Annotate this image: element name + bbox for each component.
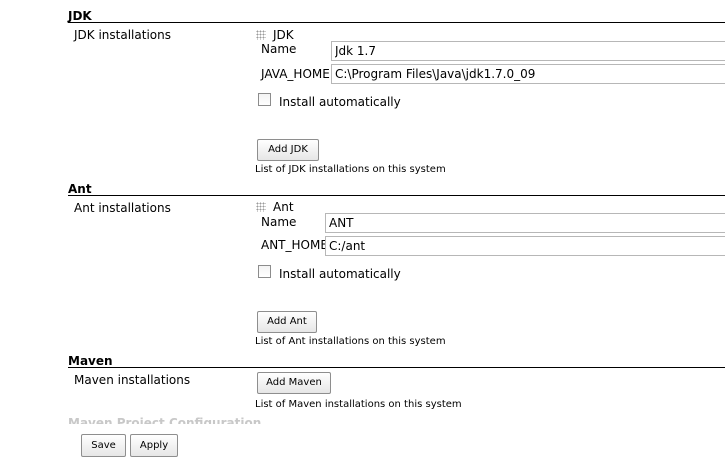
jdk-section-title: JDK	[68, 9, 92, 23]
ant-section-divider	[68, 195, 725, 196]
jdk-install-automatically-label: Install automatically	[279, 95, 401, 109]
ant-description: List of Ant installations on this system	[255, 336, 446, 347]
maven-installations-label: Maven installations	[74, 373, 191, 387]
ant-home-input[interactable]	[325, 236, 725, 256]
maven-description: List of Maven installations on this syst…	[255, 399, 462, 410]
save-button[interactable]: Save	[81, 434, 126, 457]
drag-handle-icon[interactable]	[256, 30, 266, 40]
maven-section-divider	[68, 367, 725, 368]
ant-name-label: Name	[261, 215, 297, 229]
jdk-install-automatically-checkbox[interactable]	[258, 93, 271, 106]
ant-installations-label: Ant installations	[74, 201, 171, 215]
add-ant-button[interactable]: Add Ant	[257, 311, 317, 333]
ant-home-label: ANT_HOME	[261, 238, 328, 252]
ant-install-automatically-label: Install automatically	[279, 267, 401, 281]
jdk-section-divider	[68, 22, 725, 23]
ant-install-automatically-checkbox[interactable]	[258, 265, 271, 278]
jdk-installations-label: JDK installations	[74, 28, 171, 42]
jdk-item-title: JDK	[273, 28, 294, 42]
drag-handle-icon[interactable]	[256, 202, 266, 212]
jdk-name-input[interactable]	[331, 41, 725, 61]
java-home-input[interactable]	[331, 64, 725, 84]
add-jdk-button[interactable]: Add JDK	[257, 139, 319, 161]
java-home-label: JAVA_HOME	[261, 67, 330, 81]
ant-item-title: Ant	[273, 200, 294, 214]
maven-section-title: Maven	[68, 354, 113, 368]
jdk-description: List of JDK installations on this system	[255, 164, 446, 175]
ant-section-title: Ant	[68, 182, 92, 196]
jdk-name-label: Name	[261, 42, 297, 56]
maven-project-configuration-title: Maven Project Configuration	[68, 416, 262, 424]
apply-button[interactable]: Apply	[130, 434, 178, 457]
ant-name-input[interactable]	[325, 213, 725, 233]
add-maven-button[interactable]: Add Maven	[257, 372, 331, 394]
